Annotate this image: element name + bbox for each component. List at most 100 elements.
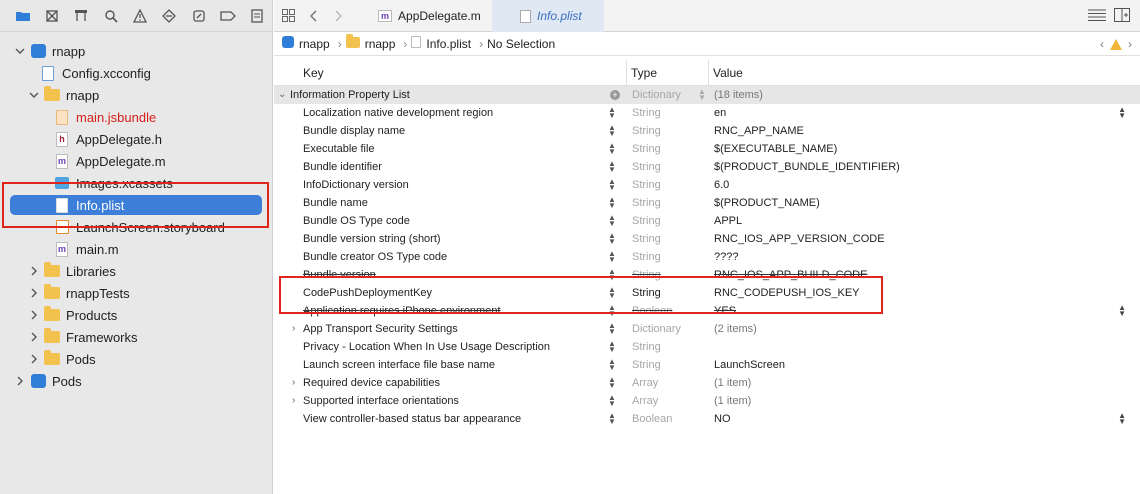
- plist-type[interactable]: String: [632, 194, 661, 212]
- key-stepper-icon[interactable]: ▲ ▼: [608, 124, 616, 138]
- key-stepper-icon[interactable]: ▲ ▼: [608, 376, 616, 390]
- folder-icon[interactable]: [8, 0, 37, 32]
- plist-type[interactable]: String: [632, 338, 661, 356]
- nav-item-appdelegate-m[interactable]: m AppDelegate.m: [0, 150, 272, 172]
- report-icon[interactable]: [243, 0, 272, 32]
- nav-item-libraries[interactable]: Libraries: [0, 260, 272, 282]
- nav-item-pods-folder[interactable]: Pods: [0, 348, 272, 370]
- test-icon[interactable]: [155, 0, 184, 32]
- chevron-right-icon[interactable]: ›: [1128, 37, 1132, 51]
- plist-row[interactable]: Localization native development region ▲ ▼…: [274, 104, 1140, 122]
- key-stepper-icon[interactable]: ▲ ▼: [608, 412, 616, 426]
- plist-value[interactable]: (1 item): [714, 392, 751, 410]
- chevron-right-icon[interactable]: ›: [292, 392, 295, 410]
- key-stepper-icon[interactable]: ▲ ▼: [608, 322, 616, 336]
- breadcrumb-item[interactable]: rnapp: [345, 33, 395, 51]
- warning-icon[interactable]: [1110, 38, 1122, 50]
- plist-type[interactable]: String: [632, 212, 661, 230]
- plist-type[interactable]: String: [632, 140, 661, 158]
- plist-type[interactable]: Dictionary: [632, 86, 681, 104]
- plist-type[interactable]: String: [632, 248, 661, 266]
- hierarchy-icon[interactable]: [67, 0, 96, 32]
- plist-row[interactable]: Bundle identifier ▲ ▼ String $(PRODUCT_BUNDL…: [274, 158, 1140, 176]
- plist-row[interactable]: Bundle OS Type code ▲ ▼ String APPL: [274, 212, 1140, 230]
- plist-row[interactable]: Launch screen interface file base name ▲ ▼…: [274, 356, 1140, 374]
- value-popup-icon[interactable]: ▲ ▼: [1118, 412, 1126, 426]
- nav-item-rnapp-project[interactable]: rnapp: [0, 40, 272, 62]
- key-stepper-icon[interactable]: ▲ ▼: [608, 232, 616, 246]
- chevron-down-icon[interactable]: [14, 45, 26, 57]
- plist-value[interactable]: LaunchScreen: [714, 356, 785, 374]
- chevron-left-icon[interactable]: ‹: [1100, 37, 1104, 51]
- nav-item-appdelegate-h[interactable]: h AppDelegate.h: [0, 128, 272, 150]
- column-type-header[interactable]: Type: [626, 60, 657, 86]
- plist-row[interactable]: Bundle creator OS Type code ▲ ▼ String????: [274, 248, 1140, 266]
- plist-row[interactable]: View controller-based status bar appeara…: [274, 410, 1140, 428]
- plist-row[interactable]: › Required device capabilities ▲ ▼ Array (1 i…: [274, 374, 1140, 392]
- add-row-icon[interactable]: +: [610, 90, 620, 100]
- key-stepper-icon[interactable]: ▲ ▼: [608, 394, 616, 408]
- nav-item-pods-project[interactable]: Pods: [0, 370, 272, 392]
- key-stepper-icon[interactable]: ▲ ▼: [608, 142, 616, 156]
- plist-value[interactable]: (2 items): [714, 320, 757, 338]
- add-editor-icon[interactable]: [1114, 7, 1130, 25]
- value-popup-icon[interactable]: ▲ ▼: [1118, 106, 1126, 120]
- plist-value[interactable]: APPL: [714, 212, 742, 230]
- plist-type[interactable]: String: [632, 122, 661, 140]
- plist-row[interactable]: Privacy - Location When In Use Usage Des…: [274, 338, 1140, 356]
- chevron-right-icon[interactable]: ›: [292, 374, 295, 392]
- breadcrumb-item[interactable]: rnapp: [282, 36, 330, 51]
- nav-item-main-jsbundle[interactable]: main.jsbundle: [0, 106, 272, 128]
- plist-value[interactable]: $(PRODUCT_BUNDLE_IDENTIFIER): [714, 158, 900, 176]
- plist-value[interactable]: RNC_APP_NAME: [714, 122, 804, 140]
- key-stepper-icon[interactable]: ▲ ▼: [608, 358, 616, 372]
- issue-icon[interactable]: [125, 0, 154, 32]
- plist-type[interactable]: Array: [632, 392, 658, 410]
- column-key-header[interactable]: Key: [303, 60, 324, 86]
- plist-row[interactable]: Bundle name ▲ ▼ String $(PRODUCT_NAME): [274, 194, 1140, 212]
- forward-arrow-icon[interactable]: [326, 0, 350, 31]
- nav-item-rnapp-folder[interactable]: rnapp: [0, 84, 272, 106]
- chevron-right-icon[interactable]: [28, 265, 40, 277]
- nav-item-products[interactable]: Products: [0, 304, 272, 326]
- plist-row[interactable]: › App Transport Security Settings ▲ ▼ Dictio…: [274, 320, 1140, 338]
- plist-type[interactable]: String: [632, 104, 661, 122]
- plist-value[interactable]: (1 item): [714, 374, 751, 392]
- tab-info-plist[interactable]: Info.plist: [492, 0, 604, 32]
- plist-row[interactable]: InfoDictionary version ▲ ▼ String 6.0: [274, 176, 1140, 194]
- nav-item-rnapptests[interactable]: rnappTests: [0, 282, 272, 304]
- key-stepper-icon[interactable]: ▲ ▼: [608, 214, 616, 228]
- plist-row[interactable]: Bundle display name ▲ ▼ String RNC_APP_NAME: [274, 122, 1140, 140]
- column-value-header[interactable]: Value: [708, 60, 743, 86]
- chevron-down-icon[interactable]: ⌄: [278, 86, 286, 104]
- chevron-right-icon[interactable]: [14, 375, 26, 387]
- debug-icon[interactable]: [184, 0, 213, 32]
- plist-value[interactable]: $(PRODUCT_NAME): [714, 194, 820, 212]
- plist-type[interactable]: String: [632, 176, 661, 194]
- breadcrumb-item[interactable]: No Selection: [487, 37, 555, 51]
- plist-type[interactable]: Boolean: [632, 410, 672, 428]
- plist-value[interactable]: ????: [714, 248, 738, 266]
- nav-item-main-m[interactable]: m main.m: [0, 238, 272, 260]
- grid-icon[interactable]: [274, 0, 302, 31]
- plist-type[interactable]: Dictionary: [632, 320, 681, 338]
- plist-type[interactable]: String: [632, 356, 661, 374]
- tab-appdelegate-m[interactable]: m AppDelegate.m: [364, 0, 492, 32]
- value-popup-icon[interactable]: ▲ ▼: [1118, 304, 1126, 318]
- plist-row[interactable]: › Supported interface orientations ▲ ▼ Array…: [274, 392, 1140, 410]
- type-stepper-icon[interactable]: ▲ ▼: [698, 88, 706, 102]
- plist-value[interactable]: en: [714, 104, 726, 122]
- back-arrow-icon[interactable]: [302, 0, 326, 31]
- key-stepper-icon[interactable]: ▲ ▼: [608, 178, 616, 192]
- plist-value[interactable]: RNC_IOS_APP_VERSION_CODE: [714, 230, 885, 248]
- key-stepper-icon[interactable]: ▲ ▼: [608, 340, 616, 354]
- find-icon[interactable]: [96, 0, 125, 32]
- nav-item-config-xcconfig[interactable]: Config.xcconfig: [0, 62, 272, 84]
- chevron-right-icon[interactable]: [28, 309, 40, 321]
- plist-type[interactable]: String: [632, 158, 661, 176]
- chevron-right-icon[interactable]: [28, 287, 40, 299]
- source-control-icon[interactable]: [37, 0, 66, 32]
- plist-row[interactable]: Bundle version string (short) ▲ ▼ String RNC…: [274, 230, 1140, 248]
- key-stepper-icon[interactable]: ▲ ▼: [608, 106, 616, 120]
- chevron-right-icon[interactable]: ›: [292, 320, 295, 338]
